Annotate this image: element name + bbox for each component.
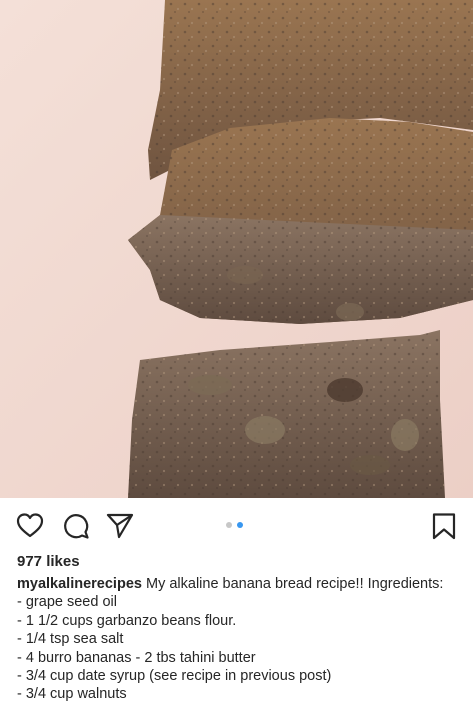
caption-ingredient: - 3/4 cup date syrup (see recipe in prev… bbox=[17, 668, 332, 685]
carousel-dot bbox=[226, 522, 232, 528]
caption-ingredient: - 1 1/2 cups garbanzo beans flour. bbox=[17, 612, 237, 629]
caption-username[interactable]: myalkalinerecipes bbox=[17, 576, 142, 592]
banana-bread-image bbox=[0, 0, 473, 498]
post-actions-bar bbox=[0, 500, 473, 550]
caption-text: My alkaline banana bread recipe!! Ingred… bbox=[145, 576, 444, 592]
caption-first-line: myalkalinerecipes My alkaline banana bre… bbox=[17, 575, 467, 593]
likes-count[interactable]: 977 likes bbox=[17, 553, 80, 570]
bookmark-icon[interactable] bbox=[430, 512, 458, 540]
caption-ingredient: - 4 burro bananas - 2 tbs tahini butter bbox=[17, 649, 256, 666]
paper-plane-icon[interactable] bbox=[106, 512, 134, 540]
carousel-dot-active bbox=[237, 522, 243, 528]
caption-ingredient: - grape seed oil bbox=[17, 594, 117, 611]
comment-icon[interactable] bbox=[62, 512, 90, 540]
caption-ingredient: - 3/4 cup walnuts bbox=[17, 686, 127, 703]
post-photo[interactable] bbox=[0, 0, 473, 498]
heart-icon[interactable] bbox=[16, 512, 44, 540]
carousel-indicator bbox=[226, 522, 243, 528]
caption-ingredient: - 1/4 tsp sea salt bbox=[17, 631, 124, 648]
post-caption: myalkalinerecipes My alkaline banana bre… bbox=[17, 575, 467, 704]
